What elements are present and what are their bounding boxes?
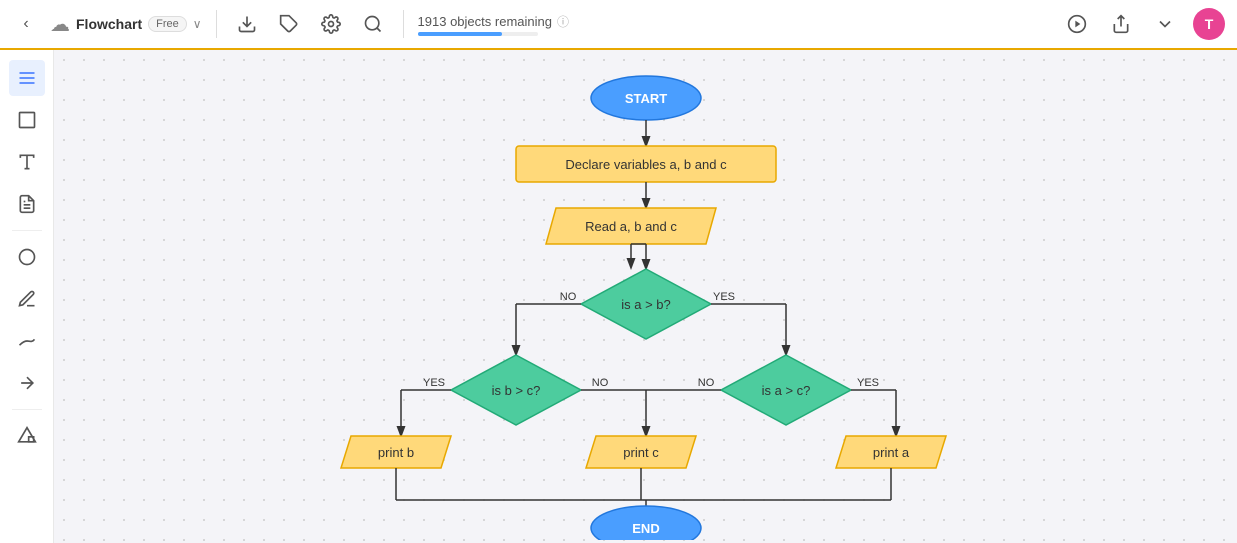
sidebar-divider2 (12, 409, 42, 410)
settings-button[interactable] (315, 8, 347, 40)
plan-badge: Free (148, 16, 187, 32)
flowchart-diagram: START Declare variables a, b and c Read … (296, 60, 996, 540)
divider1 (216, 10, 217, 38)
svg-text:NO: NO (559, 291, 576, 303)
divider2 (403, 10, 404, 38)
sidebar-shapes-btn[interactable] (9, 102, 45, 138)
svg-text:YES: YES (712, 291, 734, 303)
svg-text:END: END (632, 521, 659, 536)
objects-progress-bar (418, 32, 538, 36)
sidebar-draw-btn[interactable] (9, 281, 45, 317)
download-button[interactable] (231, 8, 263, 40)
svg-text:is b > c?: is b > c? (491, 383, 540, 398)
svg-text:print a: print a (872, 445, 909, 460)
svg-text:YES: YES (422, 377, 444, 389)
search-button[interactable] (357, 8, 389, 40)
title-chevron[interactable]: ∨ (193, 17, 202, 31)
flowchart-canvas[interactable]: START Declare variables a, b and c Read … (54, 50, 1237, 543)
svg-text:print c: print c (623, 445, 659, 460)
sidebar-divider1 (12, 230, 42, 231)
svg-text:NO: NO (591, 377, 608, 389)
svg-text:START: START (624, 91, 666, 106)
svg-text:is a > c?: is a > c? (761, 383, 810, 398)
objects-progress-fill (418, 32, 502, 36)
sidebar-curve-btn[interactable] (9, 323, 45, 359)
topbar-right-actions: T (1061, 8, 1225, 40)
sidebar-extra-shapes-btn[interactable] (9, 239, 45, 275)
objects-info-icon: ⓘ (557, 13, 569, 30)
svg-text:NO: NO (697, 377, 714, 389)
left-sidebar (0, 50, 54, 543)
objects-remaining-text: 1913 objects remaining (418, 14, 552, 29)
svg-text:Declare variables a, b and c: Declare variables a, b and c (565, 157, 727, 172)
sidebar-note-btn[interactable] (9, 186, 45, 222)
document-title: Flowchart (76, 16, 142, 32)
svg-text:YES: YES (856, 377, 878, 389)
cloud-icon: ☁ (50, 12, 70, 37)
more-button[interactable] (1149, 8, 1181, 40)
tag-button[interactable] (273, 8, 305, 40)
svg-text:Read a, b and c: Read a, b and c (585, 219, 677, 234)
sidebar-text-btn[interactable] (9, 144, 45, 180)
svg-text:is a > b?: is a > b? (621, 297, 671, 312)
share-button[interactable] (1105, 8, 1137, 40)
user-avatar[interactable]: T (1193, 8, 1225, 40)
present-button[interactable] (1061, 8, 1093, 40)
sidebar-connector-btn[interactable] (9, 365, 45, 401)
topbar: ‹ ☁ Flowchart Free ∨ 1913 objects remain… (0, 0, 1237, 50)
sidebar-insert-btn[interactable] (9, 418, 45, 454)
svg-text:print b: print b (377, 445, 413, 460)
cloud-indicator: ☁ Flowchart Free ∨ (50, 12, 202, 37)
objects-counter: 1913 objects remaining ⓘ (418, 13, 569, 36)
back-button[interactable]: ‹ (12, 10, 40, 38)
sidebar-menu-btn[interactable] (9, 60, 45, 96)
